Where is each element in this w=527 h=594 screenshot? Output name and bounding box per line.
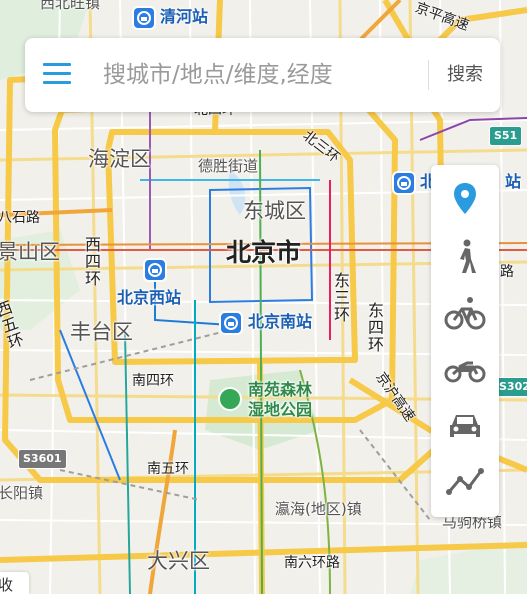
search-button[interactable]: 搜索 — [437, 58, 493, 92]
street-label-desheng: 德胜街道 — [198, 157, 259, 175]
street-label-yinghai: 瀛海(地区)镇 — [275, 500, 362, 518]
car-button[interactable] — [431, 397, 499, 453]
bicycle-button[interactable] — [431, 285, 499, 341]
rail-station-icon[interactable] — [392, 171, 416, 195]
station-label-right-partial: 站 — [505, 172, 522, 191]
city-label: 北京市 — [226, 238, 302, 267]
street-label-zhangliu: 长阳镇 — [0, 484, 44, 502]
road-shield-s51: S51 — [489, 126, 523, 146]
motorcycle-icon — [444, 361, 486, 383]
district-label-dongcheng: 东城区 — [243, 199, 306, 223]
route-icon — [446, 468, 484, 495]
station-label-beijing-west: 北京西站 — [117, 288, 182, 307]
road-label-east-fourth-ring: 东四环 — [365, 302, 384, 353]
bicycle-icon — [444, 297, 486, 330]
park-icon[interactable] — [218, 387, 242, 411]
car-icon — [450, 415, 480, 437]
motorcycle-button[interactable] — [431, 341, 499, 397]
search-input[interactable] — [103, 52, 415, 98]
location-button[interactable] — [431, 171, 499, 227]
park-label: 南苑森林 湿地公园 — [248, 380, 313, 419]
district-label-fengtai: 丰台区 — [70, 320, 133, 344]
search-divider — [428, 60, 429, 90]
station-label-beijing-south: 北京南站 — [248, 312, 313, 331]
collapse-tab[interactable]: 收 — [0, 572, 29, 594]
road-label-top-right-road: 路 — [500, 264, 514, 280]
travel-mode-panel — [431, 165, 499, 517]
road-label-bashi: 八石路 — [0, 210, 40, 226]
district-label-daxing: 大兴区 — [147, 549, 210, 573]
road-shield-s3601: S3601 — [18, 449, 67, 469]
rail-station-icon[interactable] — [143, 258, 167, 282]
rail-station-icon[interactable] — [132, 6, 156, 30]
district-label-shijingshan: 景山区 — [0, 240, 60, 264]
street-label-majuqiao: 马驹桥镇 — [442, 513, 503, 531]
district-label-haidian: 海淀区 — [88, 147, 151, 171]
location-pin-icon — [454, 183, 476, 214]
road-label-east-third-ring: 东三环 — [331, 272, 350, 323]
road-label-south-sixth-ring: 南六环路 — [284, 555, 340, 571]
road-label-south-fifth-ring: 南五环 — [147, 461, 189, 477]
walk-icon — [460, 239, 476, 273]
street-label-beiwang: 西北旺镇 — [40, 0, 101, 12]
road-label-west-fourth-ring: 西四环 — [82, 236, 101, 287]
road-label-south-fourth-ring: 南四环 — [132, 373, 174, 389]
station-label-qinghe: 清河站 — [160, 7, 209, 26]
walk-button[interactable] — [431, 229, 499, 285]
menu-icon[interactable] — [43, 63, 71, 85]
search-bar: 搜索 — [25, 38, 500, 112]
rail-station-icon[interactable] — [219, 311, 243, 335]
route-button[interactable] — [431, 453, 499, 509]
